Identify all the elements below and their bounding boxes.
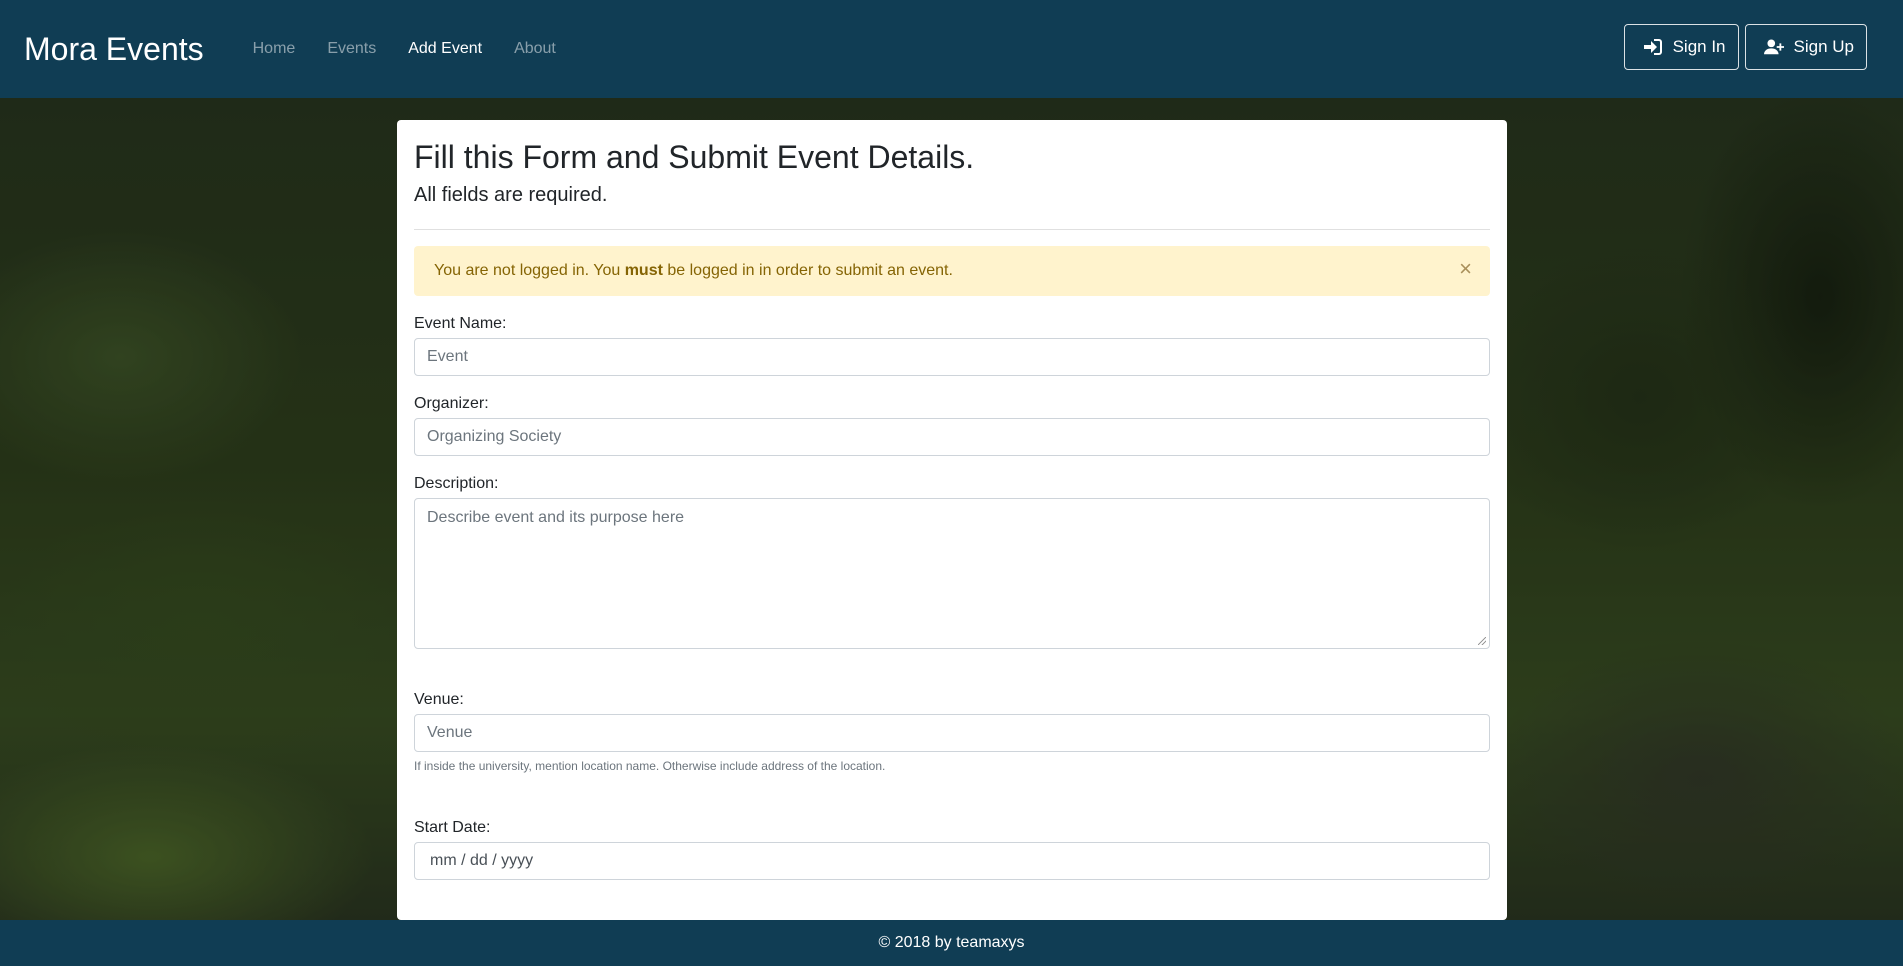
alert-text-before: You are not logged in. You [434, 262, 625, 280]
description-group: Description: Describe event and its purp… [414, 475, 1490, 650]
sign-up-button[interactable]: Sign Up [1744, 24, 1867, 70]
page-title: Fill this Form and Submit Event Details. [414, 139, 975, 175]
event-name-placeholder: Event [427, 348, 468, 366]
event-name-label: Event Name: [414, 315, 507, 333]
nav-link-home[interactable]: Home [237, 40, 312, 58]
auth-buttons: Sign In Sign Up [1623, 24, 1867, 70]
footer: © 2018 by teamaxys [0, 920, 1903, 966]
sign-in-button[interactable]: Sign In [1623, 24, 1739, 70]
start-date-placeholder: mm / dd / yyyy [430, 852, 534, 870]
description-textarea[interactable]: Describe event and its purpose here [414, 498, 1490, 650]
alert-message: You are not logged in. You must be logge… [434, 262, 953, 280]
sign-up-label: Sign Up [1793, 37, 1854, 56]
sign-in-icon [1643, 39, 1662, 55]
organizer-placeholder: Organizing Society [427, 428, 562, 446]
close-icon[interactable]: × [1459, 258, 1472, 280]
nav-link-about[interactable]: About [498, 40, 572, 58]
user-plus-icon [1763, 39, 1784, 55]
event-form-card: Fill this Form and Submit Event Details.… [397, 120, 1507, 920]
venue-placeholder: Venue [427, 724, 473, 742]
venue-input[interactable]: Venue [414, 714, 1490, 753]
organizer-label: Organizer: [414, 395, 489, 413]
venue-help-text: If inside the university, mention locati… [414, 759, 886, 774]
organizer-group: Organizer: Organizing Society [414, 395, 1490, 457]
venue-label: Venue: [414, 691, 464, 709]
event-name-group: Event Name: Event [414, 315, 1490, 377]
description-placeholder: Describe event and its purpose here [427, 509, 685, 527]
venue-group: Venue: Venue If inside the university, m… [414, 691, 1490, 773]
alert-text-after: be logged in in order to submit an event… [662, 262, 953, 280]
alert-text-bold: must [624, 262, 663, 280]
nav-links: Home Events Add Event About [237, 40, 572, 58]
navbar: Mora Events Home Events Add Event About … [0, 0, 1903, 98]
organizer-input[interactable]: Organizing Society [414, 418, 1490, 457]
page-subtitle: All fields are required. [414, 184, 608, 207]
brand-logo[interactable]: Mora Events [24, 31, 204, 68]
event-name-input[interactable]: Event [414, 338, 1490, 377]
nav-link-events[interactable]: Events [311, 40, 392, 58]
start-date-input[interactable]: mm / dd / yyyy [414, 842, 1490, 881]
divider [414, 229, 1490, 231]
description-label: Description: [414, 475, 499, 493]
start-date-label: Start Date: [414, 819, 491, 837]
sign-in-label: Sign In [1672, 37, 1726, 56]
footer-copyright: © 2018 by teamaxys [878, 934, 1025, 951]
resize-handle-icon[interactable] [1478, 637, 1486, 646]
login-warning-alert: You are not logged in. You must be logge… [414, 246, 1490, 297]
start-date-group: Start Date: mm / dd / yyyy [414, 819, 1490, 881]
nav-link-add-event[interactable]: Add Event [392, 40, 498, 58]
